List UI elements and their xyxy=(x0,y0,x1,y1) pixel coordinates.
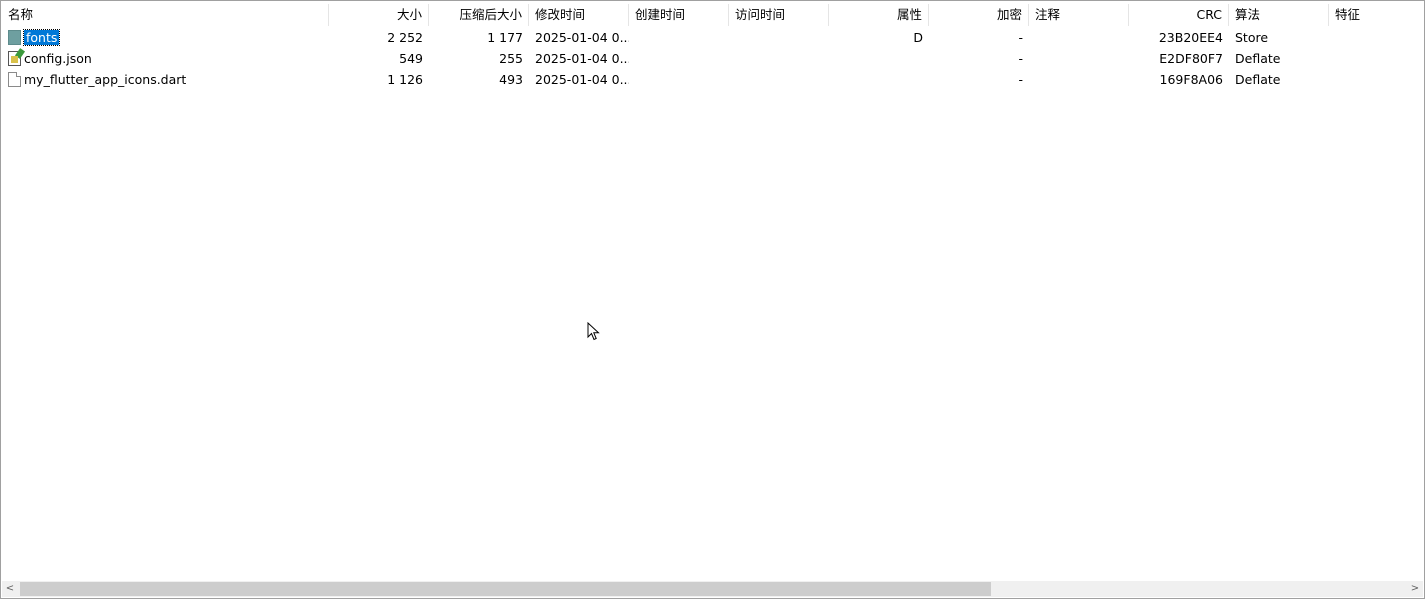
file-name: my_flutter_app_icons.dart xyxy=(24,72,187,87)
file-encrypted: - xyxy=(1018,72,1023,87)
column-header-crc[interactable]: CRC xyxy=(1129,4,1229,26)
file-comment xyxy=(1029,27,1129,48)
file-packed-size: 1 177 xyxy=(487,30,523,45)
scroll-left-arrow[interactable]: < xyxy=(2,581,18,597)
file-size: 2 252 xyxy=(387,30,423,45)
column-header-bar: 名称 大小 压缩后大小 修改时间 创建时间 访问时间 属性 加密 注释 CRC … xyxy=(2,4,1423,26)
column-header-characteristics[interactable]: 特征 xyxy=(1329,4,1423,26)
file-name-cell[interactable]: my_flutter_app_icons.dart xyxy=(2,69,329,90)
file-name-cell[interactable]: config.json xyxy=(2,48,329,69)
file-list-panel: 名称 大小 压缩后大小 修改时间 创建时间 访问时间 属性 加密 注释 CRC … xyxy=(0,0,1425,599)
file-comment xyxy=(1029,69,1129,90)
file-name: fonts xyxy=(22,29,61,46)
file-crc: 169F8A06 xyxy=(1159,72,1223,87)
file-created xyxy=(629,69,729,90)
file-size: 549 xyxy=(399,51,423,66)
file-name-cell[interactable]: fonts xyxy=(2,27,329,48)
column-header-name[interactable]: 名称 xyxy=(2,4,329,26)
file-characteristics xyxy=(1329,48,1423,69)
file-method: Store xyxy=(1235,30,1269,45)
file-modified: 2025-01-04 0... xyxy=(535,30,629,45)
column-header-encrypted[interactable]: 加密 xyxy=(929,4,1029,26)
file-characteristics xyxy=(1329,69,1423,90)
file-comment xyxy=(1029,48,1129,69)
file-attributes xyxy=(829,48,929,69)
column-header-packed-size[interactable]: 压缩后大小 xyxy=(429,4,529,26)
file-attributes xyxy=(829,69,929,90)
scrollbar-thumb[interactable] xyxy=(20,582,991,596)
file-created xyxy=(629,27,729,48)
file-crc: 23B20EE4 xyxy=(1158,30,1223,45)
file-packed-size: 255 xyxy=(499,51,523,66)
file-name: config.json xyxy=(24,51,92,66)
file-crc: E2DF80F7 xyxy=(1159,51,1223,66)
file-size: 1 126 xyxy=(387,72,423,87)
scroll-right-arrow[interactable]: > xyxy=(1407,581,1423,597)
file-row[interactable]: my_flutter_app_icons.dart 1 126 493 2025… xyxy=(2,69,1423,90)
mouse-cursor-icon xyxy=(587,322,600,341)
column-header-attributes[interactable]: 属性 xyxy=(829,4,929,26)
column-header-modified[interactable]: 修改时间 xyxy=(529,4,629,26)
file-encrypted: - xyxy=(1018,30,1023,45)
file-attributes: D xyxy=(913,30,923,45)
column-header-accessed[interactable]: 访问时间 xyxy=(729,4,829,26)
file-characteristics xyxy=(1329,27,1423,48)
file-rows: fonts 2 252 1 177 2025-01-04 0... D - 23… xyxy=(2,27,1423,90)
column-header-comment[interactable]: 注释 xyxy=(1029,4,1129,26)
file-method: Deflate xyxy=(1235,51,1281,66)
file-accessed xyxy=(729,27,829,48)
file-row[interactable]: fonts 2 252 1 177 2025-01-04 0... D - 23… xyxy=(2,27,1423,48)
document-icon xyxy=(8,72,21,87)
column-header-method[interactable]: 算法 xyxy=(1229,4,1329,26)
file-row[interactable]: config.json 549 255 2025-01-04 0... - E2… xyxy=(2,48,1423,69)
horizontal-scrollbar[interactable]: < > xyxy=(2,581,1423,597)
file-accessed xyxy=(729,69,829,90)
file-accessed xyxy=(729,48,829,69)
column-header-created[interactable]: 创建时间 xyxy=(629,4,729,26)
file-modified: 2025-01-04 0... xyxy=(535,72,629,87)
json-file-icon xyxy=(8,51,21,66)
file-created xyxy=(629,48,729,69)
file-method: Deflate xyxy=(1235,72,1281,87)
file-packed-size: 493 xyxy=(499,72,523,87)
folder-icon xyxy=(8,30,21,45)
file-encrypted: - xyxy=(1018,51,1023,66)
file-modified: 2025-01-04 0... xyxy=(535,51,629,66)
column-header-size[interactable]: 大小 xyxy=(329,4,429,26)
